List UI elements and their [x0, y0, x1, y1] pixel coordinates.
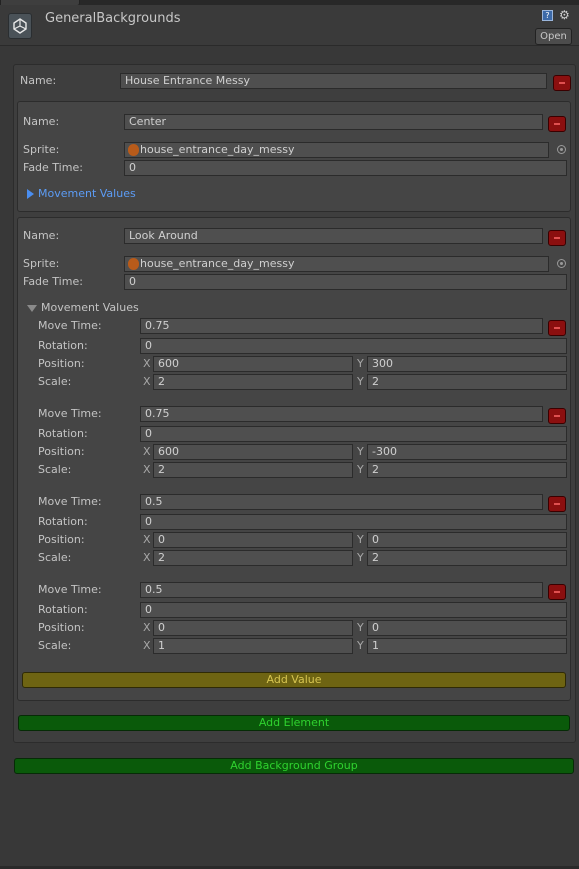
object-picker-icon[interactable] [557, 145, 566, 154]
scale-y-field[interactable]: 2 [367, 374, 567, 390]
delete-value-button[interactable] [548, 408, 566, 424]
position-x-field[interactable]: 600 [153, 356, 353, 372]
element1-fade-label: Fade Time: [23, 161, 83, 174]
inspector-header: GeneralBackgrounds ? ⚙ Open [0, 5, 579, 46]
element1-sprite-field[interactable]: house_entrance_day_messy [124, 142, 549, 158]
position-y-field[interactable]: 0 [367, 620, 567, 636]
foldout-expanded-icon [27, 304, 37, 312]
scale-x-field[interactable]: 2 [153, 550, 353, 566]
move-time-field[interactable]: 0.75 [140, 318, 543, 334]
element1-delete-button[interactable] [548, 116, 566, 132]
rotation-field[interactable]: 0 [140, 602, 567, 618]
element2-sprite-field[interactable]: house_entrance_day_messy [124, 256, 549, 272]
position-x-field[interactable]: 0 [153, 532, 353, 548]
group-name-label: Name: [20, 74, 57, 87]
scale-label: Scale: [38, 639, 72, 652]
scale-label: Scale: [38, 551, 72, 564]
element2-name-label: Name: [23, 229, 60, 242]
position-x-field[interactable]: 600 [153, 444, 353, 460]
add-background-group-button[interactable]: Add Background Group [14, 758, 574, 774]
scale-y-field[interactable]: 2 [367, 550, 567, 566]
scale-y-field[interactable]: 1 [367, 638, 567, 654]
delete-group-button[interactable] [553, 75, 571, 91]
rotation-field[interactable]: 0 [140, 514, 567, 530]
element1-fade-field[interactable]: 0 [124, 160, 567, 176]
rotation-label: Rotation: [38, 427, 88, 440]
rotation-label: Rotation: [38, 515, 88, 528]
open-button[interactable]: Open [535, 28, 572, 45]
position-x-field[interactable]: 0 [153, 620, 353, 636]
group-name-field[interactable]: House Entrance Messy [120, 73, 547, 89]
scale-label: Scale: [38, 463, 72, 476]
delete-value-button[interactable] [548, 584, 566, 600]
position-label: Position: [38, 445, 85, 458]
object-picker-icon[interactable] [557, 259, 566, 268]
rotation-field[interactable]: 0 [140, 338, 567, 354]
move-time-field[interactable]: 0.75 [140, 406, 543, 422]
move-time-label: Move Time: [38, 495, 102, 508]
element2-sprite-label: Sprite: [23, 257, 60, 270]
move-time-field[interactable]: 0.5 [140, 582, 543, 598]
help-icon[interactable]: ? [542, 10, 553, 21]
position-label: Position: [38, 357, 85, 370]
move-time-field[interactable]: 0.5 [140, 494, 543, 510]
element2-name-field[interactable]: Look Around [124, 228, 543, 244]
element2-movement-label: Movement Values [41, 301, 139, 314]
scale-y-field[interactable]: 2 [367, 462, 567, 478]
element2-fade-label: Fade Time: [23, 275, 83, 288]
position-y-field[interactable]: -300 [367, 444, 567, 460]
element1-sprite-value: house_entrance_day_messy [140, 143, 295, 156]
element1-name-field[interactable]: Center [124, 114, 543, 130]
element1-movement-foldout[interactable]: Movement Values [27, 187, 136, 201]
add-value-button[interactable]: Add Value [22, 672, 566, 688]
delete-value-button[interactable] [548, 496, 566, 512]
position-y-field[interactable]: 300 [367, 356, 567, 372]
element2-fade-field[interactable]: 0 [124, 274, 567, 290]
move-time-label: Move Time: [38, 319, 102, 332]
element1-movement-label: Movement Values [38, 187, 136, 200]
move-time-label: Move Time: [38, 583, 102, 596]
delete-value-button[interactable] [548, 320, 566, 336]
rotation-label: Rotation: [38, 339, 88, 352]
element2-movement-foldout[interactable]: Movement Values [27, 301, 139, 315]
position-y-field[interactable]: 0 [367, 532, 567, 548]
element2-delete-button[interactable] [548, 230, 566, 246]
rotation-label: Rotation: [38, 603, 88, 616]
rotation-field[interactable]: 0 [140, 426, 567, 442]
element1-sprite-label: Sprite: [23, 143, 60, 156]
scale-x-field[interactable]: 1 [153, 638, 353, 654]
gear-icon[interactable]: ⚙ [559, 8, 570, 22]
scale-x-field[interactable]: 2 [153, 374, 353, 390]
foldout-collapsed-icon [27, 189, 34, 199]
asset-title: GeneralBackgrounds [45, 11, 181, 26]
position-label: Position: [38, 533, 85, 546]
sprite-icon [128, 144, 139, 156]
element1-name-label: Name: [23, 115, 60, 128]
scale-label: Scale: [38, 375, 72, 388]
element2-sprite-value: house_entrance_day_messy [140, 257, 295, 270]
unity-logo-icon [8, 13, 32, 39]
add-element-button[interactable]: Add Element [18, 715, 570, 731]
move-time-label: Move Time: [38, 407, 102, 420]
position-label: Position: [38, 621, 85, 634]
scale-x-field[interactable]: 2 [153, 462, 353, 478]
sprite-icon [128, 258, 139, 270]
